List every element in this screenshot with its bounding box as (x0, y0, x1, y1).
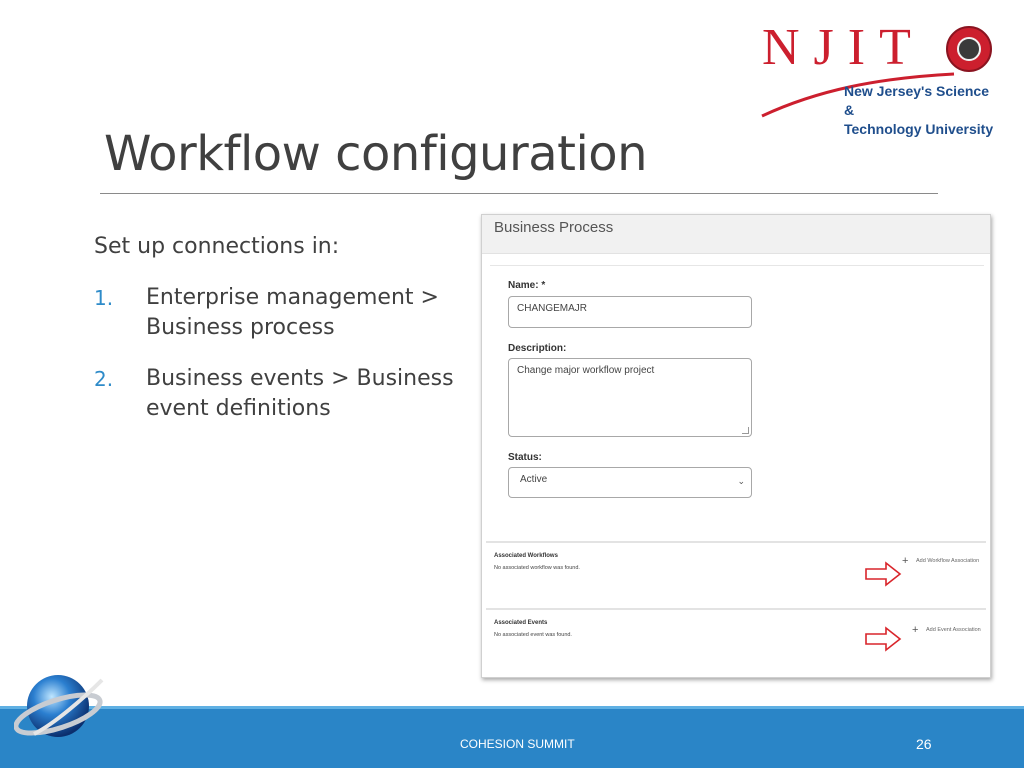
plus-icon[interactable]: + (902, 556, 908, 567)
description-text: Change major workflow project (517, 365, 655, 376)
name-label: Name: * (508, 280, 546, 291)
slide-title: Workflow configuration (104, 126, 648, 182)
add-event-association-link[interactable]: Add Event Association (926, 627, 981, 633)
resize-grip-icon[interactable] (742, 427, 749, 434)
business-process-screenshot: Business Process Name: * CHANGEMAJR Desc… (481, 214, 991, 678)
description-textarea[interactable]: Change major workflow project (508, 358, 752, 437)
associated-events-title: Associated Events (494, 620, 548, 626)
associated-workflows-title: Associated Workflows (494, 553, 558, 559)
footer-text: COHESION SUMMIT (460, 737, 575, 751)
logo-tagline-line2: Technology University (844, 121, 994, 137)
status-label: Status: (508, 452, 542, 463)
business-process-form: Name: * CHANGEMAJR Description: Change m… (490, 265, 984, 526)
intro-text: Set up connections in: (94, 234, 340, 259)
logo-letters: NJIT (762, 19, 925, 76)
associated-workflows-message: No associated workflow was found. (494, 565, 580, 571)
logo-tagline: New Jersey's Science & Technology Univer… (844, 82, 994, 139)
name-input[interactable]: CHANGEMAJR (508, 296, 752, 328)
step-text: Enterprise management > Business process (146, 285, 439, 340)
title-divider (100, 193, 938, 194)
step-text: Business events > Business event definit… (146, 366, 454, 421)
associated-events-message: No associated event was found. (494, 632, 572, 638)
globe-logo-icon (14, 675, 104, 737)
description-label: Description: (508, 343, 567, 354)
business-process-header: Business Process (482, 215, 990, 254)
chevron-down-icon: ⌄ (737, 476, 745, 486)
njit-logo: NJIT New Jersey's Science & Technology U… (758, 19, 994, 137)
step-number: 1. (94, 286, 114, 310)
associated-workflows-panel: Associated Workflows No associated workf… (486, 541, 986, 605)
step-number: 2. (94, 367, 114, 391)
page-number: 26 (916, 736, 932, 752)
right-arrow-icon (865, 561, 902, 587)
business-process-title: Business Process (494, 219, 614, 236)
status-value: Active (520, 474, 548, 485)
logo-tagline-line1: New Jersey's Science & (844, 83, 989, 118)
njit-seal-icon (946, 26, 992, 72)
associated-events-panel: Associated Events No associated event wa… (486, 608, 986, 668)
plus-icon[interactable]: + (912, 625, 918, 636)
right-arrow-icon (865, 626, 902, 652)
status-select[interactable]: Active ⌄ (508, 467, 752, 498)
add-workflow-association-link[interactable]: Add Workflow Association (916, 558, 979, 564)
